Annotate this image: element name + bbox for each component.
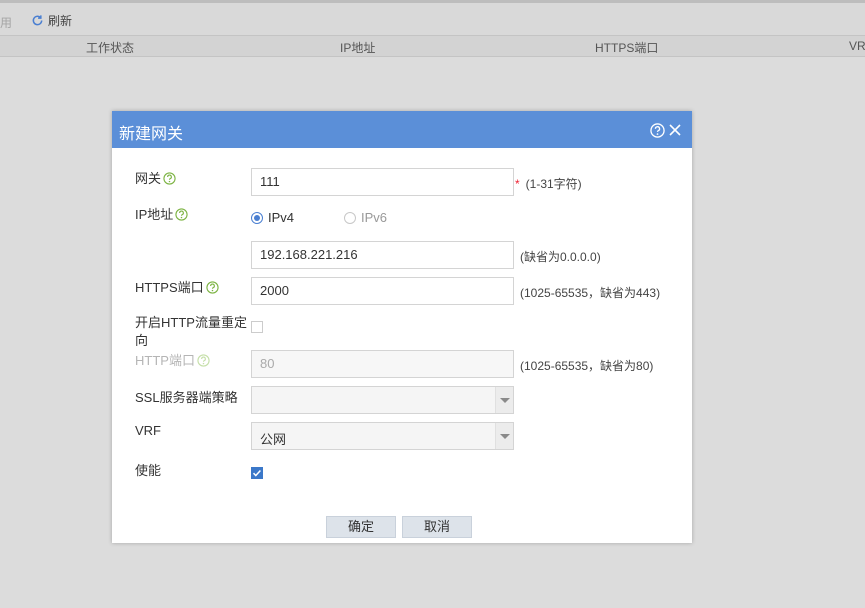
ipv4-radio[interactable]: IPv4 <box>251 210 294 225</box>
new-gateway-dialog: 新建网关 网关 111 * (1-31字符) IP地址 IPv4 IPv6 192… <box>112 111 692 543</box>
chevron-down-icon <box>495 387 513 413</box>
ssl-policy-select[interactable] <box>251 386 514 414</box>
gateway-label: 网关 <box>135 168 176 187</box>
help-icon[interactable] <box>650 123 665 138</box>
ssl-policy-label: SSL服务器端策略 <box>135 390 238 405</box>
radio-selected-icon <box>251 211 263 224</box>
chevron-down-icon <box>495 423 513 449</box>
column-header-ip[interactable]: IP地址 <box>340 39 375 56</box>
checkmark-icon <box>252 469 261 477</box>
http-port-label: HTTP端口 <box>135 350 210 369</box>
confirm-button[interactable]: 确定 <box>326 516 396 538</box>
help-icon[interactable] <box>163 172 176 185</box>
https-port-input[interactable]: 2000 <box>251 277 514 305</box>
refresh-button[interactable]: 刷新 <box>31 12 72 29</box>
refresh-icon <box>32 15 43 26</box>
help-icon <box>197 354 210 367</box>
http-port-input: 80 <box>251 350 514 378</box>
ipv6-label: IPv6 <box>361 210 388 225</box>
http-redirect-checkbox[interactable] <box>251 321 263 333</box>
refresh-label: 刷新 <box>48 14 73 28</box>
ip-label-text: IP地址 <box>135 207 174 222</box>
dialog-title: 新建网关 <box>119 126 184 143</box>
ipv6-radio[interactable]: IPv6 <box>344 210 387 225</box>
vrf-value: 公网 <box>260 432 287 447</box>
radio-unselected-icon <box>344 211 356 224</box>
https-port-hint: (1025-65535，缺省为443) <box>520 286 661 300</box>
required-mark: * <box>515 177 520 191</box>
ipv4-label: IPv4 <box>268 210 295 225</box>
ip-hint: (缺省为0.0.0.0) <box>520 250 601 264</box>
vrf-select[interactable]: 公网 <box>251 422 514 450</box>
cancel-button[interactable]: 取消 <box>402 516 472 538</box>
http-port-label-text: HTTP端口 <box>135 353 195 368</box>
column-header-status[interactable]: 工作状态 <box>86 39 134 56</box>
ip-input[interactable]: 192.168.221.216 <box>251 241 514 269</box>
disabled-button[interactable]: 禁用 <box>0 14 12 31</box>
enable-checkbox[interactable] <box>251 467 263 479</box>
gateway-label-text: 网关 <box>135 171 162 186</box>
https-port-label: HTTPS端口 <box>135 277 219 296</box>
ip-label: IP地址 <box>135 204 188 223</box>
gateway-input[interactable]: 111 <box>251 168 514 196</box>
column-header-vrf[interactable]: VRF <box>849 39 865 53</box>
column-header-https-port[interactable]: HTTPS端口 <box>595 39 658 56</box>
http-port-hint: (1025-65535，缺省为80) <box>520 359 654 373</box>
https-port-label-text: HTTPS端口 <box>135 280 204 295</box>
dialog-header: 新建网关 <box>112 111 692 148</box>
enable-label: 使能 <box>135 463 162 478</box>
table-header: 工作状态 IP地址 HTTPS端口 VRF <box>0 35 865 57</box>
gateway-hint: * (1-31字符) <box>515 175 582 192</box>
http-redirect-label: 开启HTTP流量重定向 <box>135 315 247 348</box>
close-icon[interactable] <box>668 123 682 137</box>
help-icon[interactable] <box>175 208 188 221</box>
gateway-hint-text: (1-31字符) <box>525 177 582 191</box>
vrf-label: VRF <box>135 423 161 438</box>
toolbar: 禁用 刷新 <box>0 3 865 35</box>
help-icon[interactable] <box>205 281 219 294</box>
